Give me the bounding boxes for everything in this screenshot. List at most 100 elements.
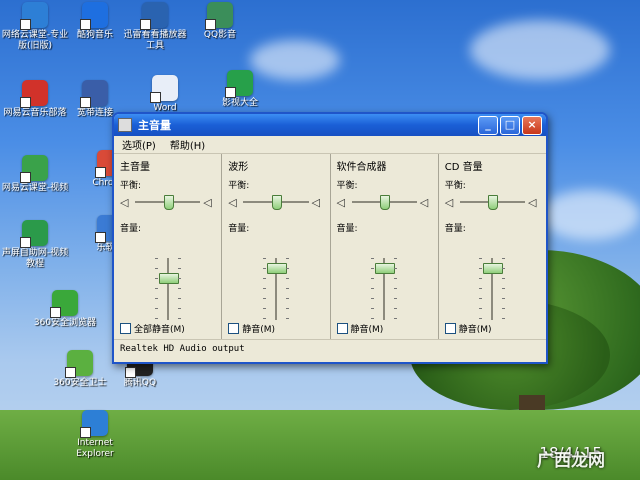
slider-tick xyxy=(394,278,398,279)
panel-title: CD 音量 xyxy=(444,162,483,173)
slider-tick xyxy=(262,258,266,259)
slider-tick xyxy=(371,258,375,259)
desktop-icon[interactable]: 声屏自助网-视频教程 xyxy=(0,220,70,270)
slider-tick xyxy=(502,268,506,269)
slider-tick xyxy=(371,318,375,319)
mixer-panel: 波形 平衡: ◁ ◁ 音量: 静音(M) xyxy=(222,154,331,339)
balance-row: ◁ ◁ xyxy=(120,193,215,211)
mute-label: 全部静音(M) xyxy=(134,325,185,335)
volume-thumb[interactable] xyxy=(483,263,504,275)
menu-options[interactable]: 选项(P) xyxy=(122,137,156,152)
volume-label: 音量: xyxy=(444,224,466,234)
volume-slider[interactable] xyxy=(262,258,289,320)
speaker-right-icon: ◁ xyxy=(419,195,429,209)
slider-tick xyxy=(154,278,158,279)
desktop-icon[interactable]: 360安全浏览器 xyxy=(30,290,100,329)
browser-icon xyxy=(50,290,78,318)
window-title: 主音量 xyxy=(138,119,171,132)
desktop-icon[interactable]: QQ影音 xyxy=(185,2,255,41)
desktop-icon[interactable]: 网易云课堂-视频 xyxy=(0,155,70,194)
balance-slider[interactable] xyxy=(243,193,309,211)
desktop-icon-label: 网易云课堂-视频 xyxy=(1,183,69,193)
title-bar[interactable]: 主音量 _ □ × xyxy=(114,114,546,136)
desktop-icon[interactable]: Internet Explorer xyxy=(60,410,130,460)
mixer-panel: 主音量 平衡: ◁ ◁ 音量: 全部静音(M) xyxy=(114,154,223,339)
mute-label: 静音(M) xyxy=(458,325,492,335)
slider-tick xyxy=(177,298,181,299)
balance-label: 平衡: xyxy=(228,181,250,191)
mute-checkbox[interactable] xyxy=(444,323,456,334)
mute-checkbox[interactable] xyxy=(336,323,348,334)
volume-slider[interactable] xyxy=(371,258,398,320)
volume-slider[interactable] xyxy=(154,258,181,320)
speaker-left-icon: ◁ xyxy=(444,195,454,209)
mute-checkbox-row[interactable]: 全部静音(M) xyxy=(120,322,185,335)
slider-tick xyxy=(371,288,375,289)
balance-label: 平衡: xyxy=(336,181,358,191)
balance-thumb[interactable] xyxy=(380,195,391,210)
slider-tick xyxy=(285,298,289,299)
slider-tick xyxy=(371,308,375,309)
minimize-button[interactable]: _ xyxy=(478,115,498,135)
qq-player-icon xyxy=(205,2,233,30)
menu-help[interactable]: 帮助(H) xyxy=(170,137,205,152)
desktop-icon[interactable]: 迅雷看看播放器工具 xyxy=(120,2,190,52)
mute-checkbox-row[interactable]: 静音(M) xyxy=(444,322,492,335)
volume-label: 音量: xyxy=(228,224,250,234)
slider-tick xyxy=(154,268,158,269)
mixer-panel: 软件合成器 平衡: ◁ ◁ 音量: 静音(M) xyxy=(331,154,439,339)
slider-tick xyxy=(262,308,266,309)
slider-tick xyxy=(502,288,506,289)
tutorial-icon xyxy=(20,220,48,248)
desktop-icon-label: Internet Explorer xyxy=(76,438,114,459)
broadband-icon xyxy=(80,80,108,108)
volume-control-window[interactable]: 主音量 _ □ × 选项(P) 帮助(H) 主音量 平衡: ◁ ◁ 音量: 全部静音(M)… xyxy=(112,112,548,364)
slider-tick xyxy=(394,318,398,319)
balance-slider[interactable] xyxy=(351,193,417,211)
balance-slider[interactable] xyxy=(135,193,201,211)
slider-tick xyxy=(177,268,181,269)
volume-thumb[interactable] xyxy=(266,263,287,275)
cloud xyxy=(540,190,640,240)
slider-tick xyxy=(154,318,158,319)
slider-tick xyxy=(394,308,398,309)
volume-thumb[interactable] xyxy=(375,263,396,275)
slider-tick xyxy=(285,258,289,259)
slider-tick xyxy=(394,268,398,269)
desktop-icon[interactable]: 影视大全 xyxy=(205,70,275,109)
volume-label: 音量: xyxy=(336,224,358,234)
balance-thumb[interactable] xyxy=(271,195,282,210)
cloud-class-icon xyxy=(20,2,48,30)
maximize-button[interactable]: □ xyxy=(500,115,520,135)
mute-checkbox[interactable] xyxy=(120,323,131,334)
slider-tick xyxy=(262,318,266,319)
speaker-right-icon: ◁ xyxy=(203,195,212,209)
speaker-icon xyxy=(118,118,132,132)
mute-checkbox-row[interactable]: 静音(M) xyxy=(228,322,275,335)
mute-checkbox[interactable] xyxy=(228,323,240,334)
slider-tick xyxy=(479,318,483,319)
balance-thumb[interactable] xyxy=(488,195,499,210)
desktop-icon[interactable]: Word xyxy=(130,75,200,114)
slider-tick xyxy=(479,308,483,309)
balance-row: ◁ ◁ xyxy=(337,193,432,211)
slider-tick xyxy=(502,318,506,319)
slider-tick xyxy=(394,298,398,299)
menu-bar: 选项(P) 帮助(H) xyxy=(114,136,546,154)
volume-thumb[interactable] xyxy=(158,272,179,284)
panel-title: 主音量 xyxy=(120,162,150,173)
mute-checkbox-row[interactable]: 静音(M) xyxy=(336,322,383,335)
volume-slider[interactable] xyxy=(479,258,506,320)
slider-tick xyxy=(285,288,289,289)
slider-tick xyxy=(479,298,483,299)
close-button[interactable]: × xyxy=(522,115,542,135)
slider-tick xyxy=(502,298,506,299)
slider-tick xyxy=(177,318,181,319)
slider-tick xyxy=(371,278,375,279)
slider-tick xyxy=(371,298,375,299)
balance-slider[interactable] xyxy=(459,193,525,211)
slider-tick xyxy=(479,268,483,269)
mixer-panels: 主音量 平衡: ◁ ◁ 音量: 全部静音(M) 波形 平衡: ◁ ◁ 音量: 静音(M) 软件合成器 平衡… xyxy=(114,154,546,339)
speaker-left-icon: ◁ xyxy=(120,195,129,209)
balance-thumb[interactable] xyxy=(163,195,174,210)
